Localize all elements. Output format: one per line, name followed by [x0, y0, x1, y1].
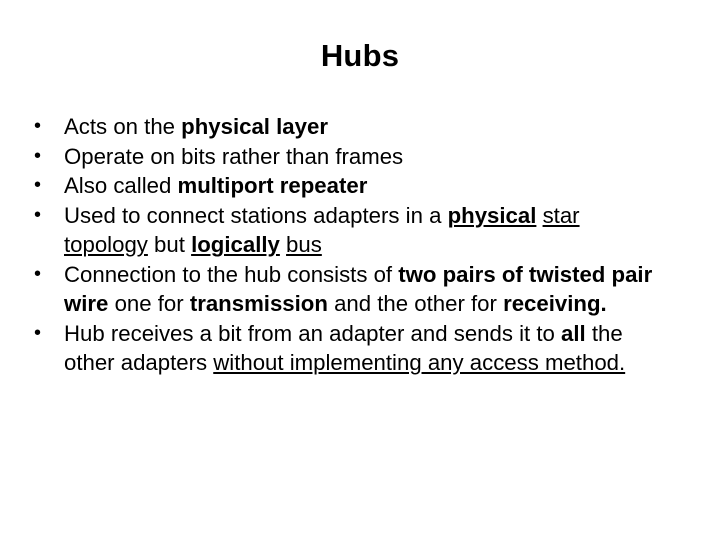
bullet-item: • Used to connect stations adapters in a …	[34, 201, 654, 260]
bullet-text-run: without implementing any access method.	[213, 350, 626, 375]
bullet-text-run: all	[561, 320, 586, 346]
bullet-text-run: physical	[447, 202, 537, 228]
bullet-text-run: multiport repeater	[177, 173, 368, 198]
bullet-item: • Also called multiport repeater	[34, 171, 654, 201]
bullet-text-run: Operate on bits rather than frames	[64, 143, 404, 169]
bullet-text-run: Acts on the	[64, 114, 182, 139]
bullet-text-run: Hub receives a bit from an adapter and s…	[64, 320, 562, 346]
bullet-item: • Hub receives a bit from an adapter and …	[34, 319, 654, 378]
bullet-text-run: receiving.	[503, 291, 607, 316]
bullet-icon: •	[34, 262, 42, 285]
bullet-icon: •	[34, 203, 42, 226]
bullet-text-run: but	[147, 232, 192, 257]
bullet-text-run: Used to connect stations adapters in a	[64, 202, 448, 228]
bullet-icon: •	[34, 174, 42, 196]
bullet-text-run: logically	[191, 232, 280, 257]
bullet-text-run: transmission	[189, 291, 328, 316]
bullet-text-run: Also called	[64, 173, 178, 198]
slide-title: Hubs	[320, 38, 400, 73]
bullet-text-run: and the other for	[327, 291, 504, 316]
bullet-list: • Acts on the physical layer • Operate on b…	[34, 112, 654, 378]
bullet-icon: •	[34, 321, 42, 344]
bullet-item: • Acts on the physical layer	[34, 112, 654, 142]
bullet-text-run: one for	[108, 291, 190, 316]
bullet-item: • Operate on bits rather than frames	[34, 142, 654, 172]
bullet-text-run: Connection to the hub consists of	[64, 261, 399, 287]
bullet-icon: •	[34, 144, 42, 167]
bullet-text-run: physical layer	[181, 114, 328, 139]
bullet-item: • Connection to the hub consists of two p…	[34, 260, 654, 319]
bullet-text-run: bus	[286, 232, 322, 257]
bullet-icon: •	[34, 115, 42, 137]
